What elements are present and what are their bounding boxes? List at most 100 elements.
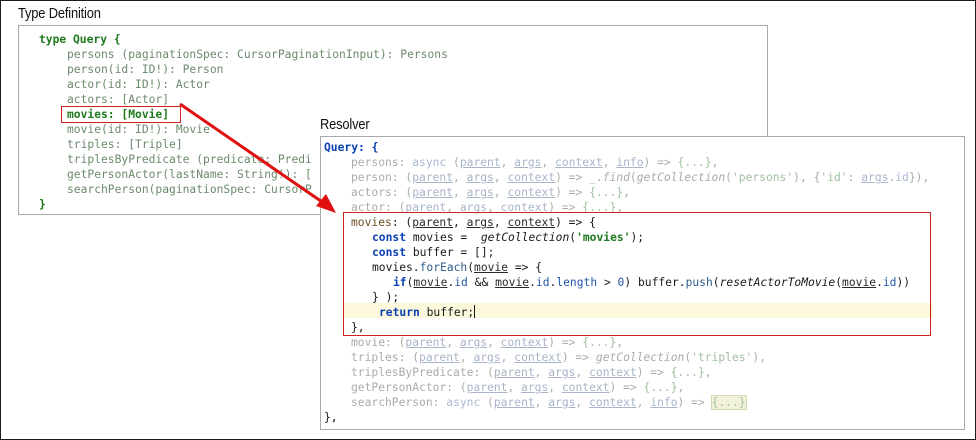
token: , — [453, 186, 467, 199]
token: , — [541, 156, 556, 169]
token: parent — [459, 156, 501, 169]
token: {...} — [710, 395, 747, 410]
token: info — [616, 156, 644, 169]
token: : ( — [385, 336, 406, 349]
token: getCollection — [636, 171, 726, 184]
token: parent — [405, 336, 447, 349]
code-line-get-person-actor: getPersonActor(lastName: String!): [ — [67, 167, 312, 182]
token: context — [589, 396, 637, 409]
token: ), — [752, 351, 766, 364]
token: async — [412, 156, 447, 169]
field-triples: triples: [Triple] — [67, 138, 183, 151]
token: args — [473, 351, 501, 364]
code-line-person: person(id: ID!): Person — [67, 62, 223, 77]
token: , — [602, 156, 617, 169]
token: 'triples' — [691, 351, 753, 364]
token: parent — [412, 171, 454, 184]
token: async — [446, 396, 481, 409]
resolver-line-triples-by-predicate: triplesByPredicate: (parent, args, conte… — [351, 365, 712, 380]
token: {...} — [670, 366, 705, 379]
token: ( — [629, 171, 637, 184]
token: args — [548, 396, 576, 409]
resolver-actors-name: actors — [351, 186, 392, 199]
code-line-close-brace: } — [39, 197, 46, 212]
field-search-person: searchPerson(paginationSpec: CursorP — [67, 183, 312, 196]
resolver-panel: Query: { persons: async (parent, args, c… — [320, 136, 965, 430]
type-query-close: } — [39, 198, 46, 211]
token: {...} — [582, 336, 617, 349]
resolver-get-person-actor-name: getPersonActor — [351, 381, 447, 394]
resolver-line-actors: actors: (parent, args, context) => {...}… — [351, 185, 630, 200]
token: context — [514, 351, 562, 364]
token: , — [453, 171, 467, 184]
token: context — [589, 366, 637, 379]
token: ) => — [555, 186, 590, 199]
token: ) => _. — [555, 171, 603, 184]
token: {...} — [643, 381, 678, 394]
movies-resolver-highlight — [343, 212, 931, 336]
field-actors: actors: [Actor] — [67, 93, 170, 106]
token: : ( — [398, 351, 420, 364]
code-line-search-person: searchPerson(paginationSpec: CursorP — [67, 182, 312, 197]
token: args — [466, 171, 494, 184]
token: : — [398, 156, 413, 169]
token: , — [493, 186, 508, 199]
resolver-title: Resolver — [320, 116, 370, 133]
resolver-movie-name: movie — [351, 336, 386, 349]
token: , — [446, 336, 460, 349]
token: args — [459, 336, 488, 349]
token: 'id' — [820, 171, 848, 184]
token: context — [561, 381, 610, 394]
token: 'persons' — [731, 171, 794, 184]
token: find — [602, 171, 630, 184]
field-movie: movie(id: ID!): Movie — [67, 123, 210, 136]
resolver-line-person: person: (parent, args, context) => _.fin… — [351, 170, 929, 185]
token: ) => — [609, 381, 644, 394]
token: , — [616, 336, 624, 349]
token: ) => — [561, 351, 596, 364]
token: ( — [725, 171, 732, 184]
token: : — [847, 171, 862, 184]
field-actor: actor(id: ID!): Actor — [67, 78, 210, 91]
resolver-line-movie: movie: (parent, args, context) => {...}, — [351, 335, 623, 350]
token: , — [636, 396, 651, 409]
resolver-line-get-person-actor: getPersonActor: (parent, args, context) … — [351, 380, 684, 395]
query-close-text: }, — [324, 411, 338, 424]
token: , — [507, 381, 522, 394]
token: , — [548, 381, 562, 394]
token: getCollection — [595, 351, 685, 364]
resolver-search-person-name: searchPerson — [351, 396, 433, 409]
token: , — [459, 351, 474, 364]
token: ) => — [636, 366, 671, 379]
token: {...} — [677, 156, 712, 169]
token: , — [487, 336, 501, 349]
token: , — [534, 396, 549, 409]
token: , — [500, 351, 515, 364]
token: ) => — [548, 336, 583, 349]
token: , — [677, 381, 685, 394]
token: parent — [493, 396, 535, 409]
token: , — [704, 366, 712, 379]
token: : ( — [391, 171, 413, 184]
code-line-triples: triples: [Triple] — [67, 137, 183, 152]
token: id — [895, 171, 909, 184]
token: args — [548, 366, 576, 379]
resolver-persons-name: persons — [351, 156, 399, 169]
token: parent — [412, 186, 454, 199]
token: ( — [446, 156, 460, 169]
token: ) => — [677, 396, 712, 409]
token: info — [650, 396, 678, 409]
query-open-text: Query: { — [324, 141, 379, 154]
token: ), { — [793, 171, 821, 184]
token: parent — [466, 381, 508, 394]
token: , — [575, 396, 590, 409]
type-definition-title: Type Definition — [18, 5, 101, 22]
code-line-persons: persons (paginationSpec: CursorPaginatio… — [67, 47, 448, 62]
movies-field-highlight — [61, 106, 181, 123]
field-triples-by-predicate: triplesByPredicate (predicate: Predi — [67, 153, 312, 166]
resolver-query-close: }, — [324, 410, 338, 425]
token: context — [555, 156, 603, 169]
resolver-line-search-person: searchPerson: async (parent, args, conte… — [351, 395, 747, 410]
token: : — [432, 396, 447, 409]
resolver-line-persons: persons: async (parent, args, context, i… — [351, 155, 718, 170]
